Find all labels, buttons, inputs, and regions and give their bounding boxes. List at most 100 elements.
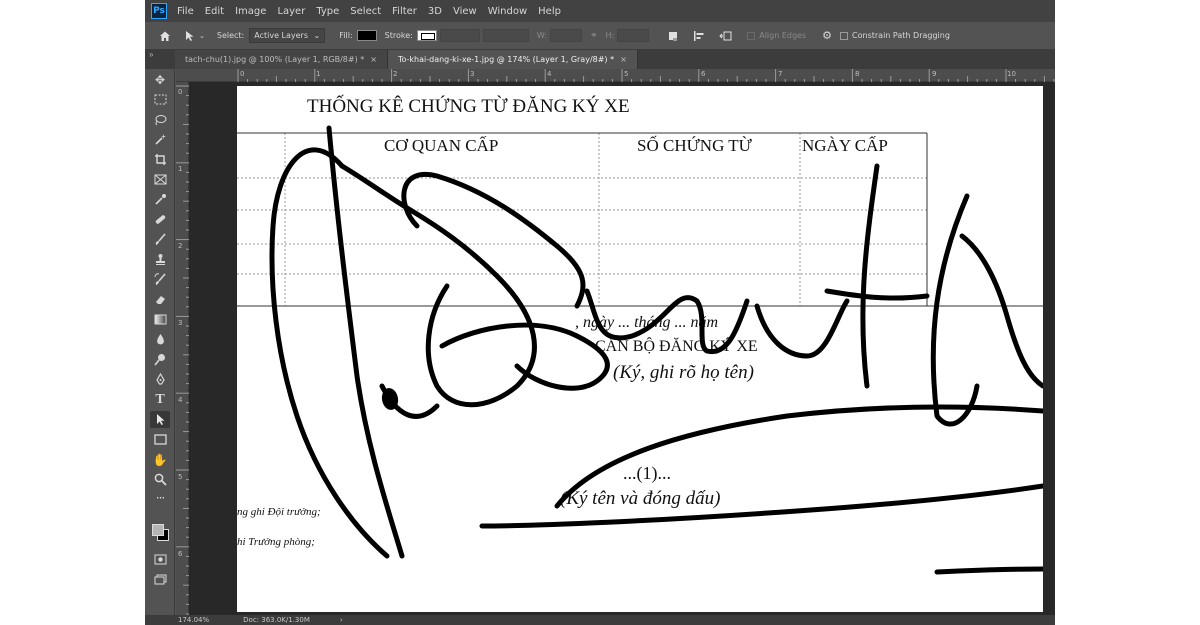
ruler-label: 1 [178, 165, 183, 173]
path-selection-tool-icon[interactable] [150, 411, 170, 428]
eyedropper-icon[interactable] [150, 191, 170, 208]
width-control: W: [537, 29, 582, 42]
quick-mask-icon[interactable] [150, 551, 170, 568]
menu-select[interactable]: Select [350, 6, 381, 17]
crop-tool-icon[interactable] [150, 151, 170, 168]
lasso-tool-icon[interactable] [150, 111, 170, 128]
canvas-area[interactable]: THỐNG KÊ CHỨNG TỪ ĐĂNG KÝ XE CƠ QUAN CẤP… [189, 82, 1055, 615]
menu-view[interactable]: View [453, 6, 477, 17]
stroke-type-dropdown[interactable] [482, 29, 529, 42]
gear-icon[interactable]: ⚙ [822, 29, 832, 42]
menu-type[interactable]: Type [316, 6, 339, 17]
fill-label: Fill: [339, 31, 353, 40]
tab-label: To-khai-dang-ki-xe-1.jpg @ 174% (Layer 1… [397, 55, 615, 64]
select-value: Active Layers [254, 31, 309, 40]
menu-window[interactable]: Window [488, 6, 527, 17]
frame-tool-icon[interactable] [150, 171, 170, 188]
stroke-control: Stroke: [385, 29, 529, 42]
constrain-path-label: Constrain Path Dragging [852, 31, 950, 40]
menu-3d[interactable]: 3D [428, 6, 442, 17]
color-swatches[interactable] [152, 524, 170, 542]
menu-layer[interactable]: Layer [277, 6, 305, 17]
history-brush-icon[interactable] [150, 271, 170, 288]
ruler-label: 1 [316, 70, 321, 78]
ruler-label: 2 [178, 242, 183, 250]
stroke-label: Stroke: [384, 31, 413, 40]
select-label: Select: [216, 31, 245, 40]
width-label: W: [536, 31, 547, 40]
blur-tool-icon[interactable] [150, 331, 170, 348]
path-selection-tool-preset[interactable]: ⌄ [185, 30, 205, 42]
horizontal-ruler: 0 1 2 3 4 5 6 7 8 9 10 [176, 69, 1055, 82]
menu-filter[interactable]: Filter [392, 6, 417, 17]
photoshop-window: Ps File Edit Image Layer Type Select Fil… [145, 0, 1055, 625]
menu-edit[interactable]: Edit [205, 6, 224, 17]
vertical-ruler-ticks [176, 85, 189, 615]
ruler-label: 10 [1007, 70, 1016, 78]
link-icon[interactable]: ⚭ [590, 31, 598, 41]
more-tools-icon[interactable]: ··· [150, 489, 170, 506]
ruler-label: 6 [701, 70, 706, 78]
height-label: H: [605, 31, 615, 40]
menu-help[interactable]: Help [538, 6, 561, 17]
close-icon[interactable]: × [370, 55, 377, 64]
fill-control: Fill: [339, 30, 377, 41]
menu-file[interactable]: File [177, 6, 194, 17]
ruler-label: 4 [547, 70, 552, 78]
constrain-path-option[interactable]: Constrain Path Dragging [840, 31, 950, 40]
constrain-path-checkbox[interactable] [840, 31, 849, 40]
ruler-label: 7 [778, 70, 783, 78]
foreground-color-swatch[interactable] [152, 524, 164, 536]
stroke-width-field[interactable] [439, 29, 480, 42]
type-tool-icon[interactable]: T [150, 391, 170, 408]
magic-wand-icon[interactable] [150, 131, 170, 148]
align-edges-option[interactable]: Align Edges [747, 31, 806, 40]
collapse-panel-icon[interactable]: » [149, 50, 153, 59]
align-edges-checkbox[interactable] [747, 31, 756, 40]
path-operations-icon[interactable] [667, 30, 679, 42]
horizontal-ruler-ticks [237, 69, 1055, 82]
document-canvas[interactable]: THỐNG KÊ CHỨNG TỪ ĐĂNG KÝ XE CƠ QUAN CẤP… [237, 86, 1043, 612]
chevron-down-icon: ⌄ [313, 31, 321, 40]
screen-mode-icon[interactable] [150, 571, 170, 588]
path-selection-icon [186, 30, 194, 41]
stroke-swatch[interactable] [416, 30, 437, 41]
pen-tool-icon[interactable] [150, 371, 170, 388]
status-menu-chevron-icon[interactable]: › [340, 616, 343, 624]
tab-to-khai-dang-ki-xe[interactable]: To-khai-dang-ki-xe-1.jpg @ 174% (Layer 1… [387, 50, 638, 69]
height-field[interactable] [617, 29, 650, 42]
ruler-label: 5 [178, 473, 183, 481]
home-icon[interactable] [153, 30, 177, 42]
hand-tool-icon[interactable]: ✋ [150, 451, 170, 468]
chevron-down-icon: ⌄ [199, 31, 205, 40]
path-arrangement-icon[interactable] [719, 30, 733, 42]
ruler-label: 0 [240, 70, 245, 78]
zoom-tool-icon[interactable] [150, 471, 170, 488]
fill-swatch[interactable] [356, 30, 377, 41]
healing-brush-icon[interactable] [150, 211, 170, 228]
gradient-tool-icon[interactable] [150, 311, 170, 328]
path-alignment-icon[interactable] [693, 30, 705, 42]
ruler-label: 6 [178, 550, 183, 558]
clone-stamp-icon[interactable] [150, 251, 170, 268]
close-icon[interactable]: × [620, 55, 627, 64]
vertical-ruler: 0 1 2 3 4 5 6 [176, 82, 189, 615]
dodge-tool-icon[interactable] [150, 351, 170, 368]
ruler-label: 8 [855, 70, 860, 78]
width-field[interactable] [549, 29, 582, 42]
select-dropdown[interactable]: Active Layers ⌄ [249, 28, 326, 43]
marquee-tool-icon[interactable] [150, 91, 170, 108]
menu-image[interactable]: Image [235, 6, 266, 17]
rectangle-tool-icon[interactable] [150, 431, 170, 448]
options-bar: ⌄ Select: Active Layers ⌄ Fill: Stroke: … [145, 22, 1055, 50]
document-tabs: » tach-chu(1).jpg @ 100% (Layer 1, RGB/8… [145, 50, 1055, 69]
ruler-label: 3 [470, 70, 475, 78]
brush-tool-icon[interactable] [150, 231, 170, 248]
align-edges-label: Align Edges [759, 31, 807, 40]
height-control: H: [606, 29, 650, 42]
tab-tach-chu[interactable]: tach-chu(1).jpg @ 100% (Layer 1, RGB/8#)… [175, 50, 388, 69]
eraser-icon[interactable] [150, 291, 170, 308]
zoom-level[interactable]: 174.04% [178, 616, 209, 624]
move-tool-icon[interactable]: ✥ [150, 71, 170, 88]
ruler-label: 3 [178, 319, 183, 327]
